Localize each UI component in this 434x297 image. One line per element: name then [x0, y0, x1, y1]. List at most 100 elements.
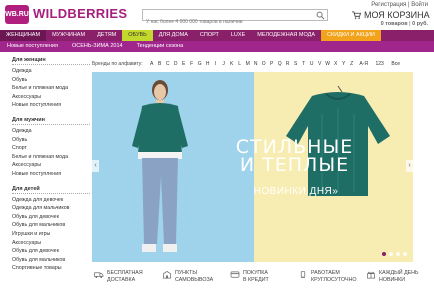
sidebar-group: Для детей Одежда для девочек Одежда для ма… — [12, 186, 90, 273]
subnav-item[interactable]: ОСЕНЬ-ЗИМА 2014 — [65, 41, 130, 52]
brand-letter[interactable]: Y — [340, 61, 348, 67]
promo-banner[interactable]: СТИЛЬНЫЕ И ТЕПЛЫЕ НОВИНКИ ДНЯ» ‹ › — [92, 72, 413, 262]
banner-next-arrow[interactable]: › — [406, 160, 413, 172]
feature-item[interactable]: БЕСПЛАТНАЯ ДОСТАВКА — [92, 270, 160, 294]
brand-letter[interactable]: А-Я — [356, 61, 372, 67]
sidebar-link[interactable]: Новые поступления — [12, 170, 90, 179]
feature-item[interactable]: РАБОТАЕМ КРУГЛОСУТОЧНО — [296, 270, 364, 294]
brand-letter[interactable]: J — [220, 61, 228, 67]
sidebar-group-title[interactable]: Для детей — [12, 186, 90, 194]
brand-letter[interactable]: I — [212, 61, 220, 67]
sidebar-link[interactable]: Одежда для девочек — [12, 196, 90, 205]
sidebar-link[interactable]: Белье и пляжная мода — [12, 153, 90, 162]
feature-line-1: ПУНКТЫ — [175, 270, 198, 276]
cart-title: МОЯ КОРЗИНА — [364, 10, 430, 20]
brand-letter[interactable]: Q — [276, 61, 284, 67]
sidebar-link[interactable]: Спорт — [12, 144, 90, 153]
banner-dot[interactable] — [403, 252, 407, 256]
banner-subhead[interactable]: НОВИНКИ ДНЯ» — [196, 186, 396, 197]
search-input[interactable] — [143, 17, 313, 27]
feature-line-2: ДОСТАВКА — [107, 277, 136, 283]
feature-item[interactable]: ПУНКТЫ САМОВЫВОЗА — [160, 270, 228, 294]
sidebar-link[interactable]: Обувь для мальчиков — [12, 256, 90, 265]
sidebar-group-title[interactable]: Для мужчин — [12, 117, 90, 125]
feature-line-2: В КРЕДИТ — [243, 277, 269, 283]
brand-letter[interactable]: E — [180, 61, 188, 67]
sidebar-link[interactable]: Новые поступления — [12, 101, 90, 110]
sidebar-link[interactable]: Одежда для мальчиков — [12, 204, 90, 213]
sidebar-link[interactable]: Белье и пляжная мода — [12, 84, 90, 93]
brand-letter[interactable]: N — [252, 61, 260, 67]
brand-letter[interactable]: M — [244, 61, 252, 67]
brands-alphabet: Бренды по алфавиту: ABCDEFGHIJKLMNOPQRST… — [92, 59, 432, 68]
feature-text: КАЖДЫЙ ДЕНЬ НОВИНКИ — [379, 270, 419, 284]
cart-icon — [352, 11, 361, 19]
brand-letter[interactable]: U — [308, 61, 316, 67]
nav-item[interactable]: ДЛЯ ДОМА — [153, 30, 194, 41]
sidebar-group-title[interactable]: Для женщин — [12, 57, 90, 65]
feature-item[interactable]: ПОКУПКА В КРЕДИТ — [228, 270, 296, 294]
cart-total: 0 руб. — [412, 21, 428, 27]
feature-text: РАБОТАЕМ КРУГЛОСУТОЧНО — [311, 270, 357, 284]
nav-item[interactable]: ОБУВЬ — [122, 30, 153, 41]
logo-badge[interactable]: WB.RU — [5, 5, 29, 24]
brand-letter[interactable]: H — [204, 61, 212, 67]
sidebar-link[interactable]: Обувь для девочек — [12, 213, 90, 222]
nav-item[interactable]: LUXE — [225, 30, 251, 41]
sidebar-link[interactable]: Аксессуары — [12, 93, 90, 102]
sidebar-link[interactable]: Спортивные товары — [12, 264, 90, 273]
brand-letter[interactable]: 123 — [372, 61, 388, 67]
login-link[interactable]: Войти — [411, 2, 428, 8]
brand-letter[interactable]: Z — [348, 61, 356, 67]
sidebar-link[interactable]: Аксессуары — [12, 239, 90, 248]
banner-dot[interactable] — [389, 252, 393, 256]
brand-letter[interactable]: W — [324, 61, 332, 67]
sidebar-link[interactable]: Обувь — [12, 136, 90, 145]
banner-dot[interactable] — [382, 252, 386, 256]
brand-letter[interactable]: A — [148, 61, 156, 67]
sidebar-link[interactable]: Аксессуары — [12, 161, 90, 170]
nav-item[interactable]: ЖЕНЩИНАМ — [0, 30, 47, 41]
brand-letter[interactable]: S — [292, 61, 300, 67]
brand-letter[interactable]: F — [188, 61, 196, 67]
search-icon[interactable] — [316, 11, 325, 20]
category-sidebar: Для женщин Одежда Обувь Белье и пляжная мод… — [12, 57, 90, 280]
nav-item[interactable]: СКИДКИ И АКЦИИ — [321, 30, 381, 41]
auth-links: Регистрация | Войти — [371, 2, 428, 8]
sidebar-link[interactable]: Игрушки и игры — [12, 230, 90, 239]
brand-letter[interactable]: B — [156, 61, 164, 67]
brand-letter[interactable]: P — [268, 61, 276, 67]
brand-letter[interactable]: D — [172, 61, 180, 67]
nav-item[interactable]: МЕЛОДЕЖНАЯ МОДА — [251, 30, 321, 41]
logo-text[interactable]: WILDBERRIES — [33, 6, 127, 21]
headline-line-2: И ТЕПЛЫЕ — [239, 154, 350, 176]
brand-letter[interactable]: R — [284, 61, 292, 67]
brand-letter[interactable]: O — [260, 61, 268, 67]
brand-letter[interactable]: Все — [388, 61, 404, 67]
sidebar-link[interactable]: Обувь для мальчиков — [12, 221, 90, 230]
brand-letter[interactable]: V — [316, 61, 324, 67]
subnav-item[interactable]: Новые поступления — [0, 41, 65, 52]
nav-item[interactable]: МУЖЧИНАМ — [46, 30, 91, 41]
banner-dot[interactable] — [396, 252, 400, 256]
brand-letter[interactable]: C — [164, 61, 172, 67]
brand-letter[interactable]: T — [300, 61, 308, 67]
feature-line-2: НОВИНКИ — [379, 277, 406, 283]
subnav-item[interactable]: Тенденции сезона — [130, 41, 191, 52]
brand-letter[interactable]: X — [332, 61, 340, 67]
brand-letter[interactable]: L — [236, 61, 244, 67]
sidebar-link[interactable]: Одежда — [12, 127, 90, 136]
sidebar-link[interactable]: Обувь — [12, 76, 90, 85]
nav-item[interactable]: ДЕТЯМ — [91, 30, 122, 41]
banner-prev-arrow[interactable]: ‹ — [92, 160, 99, 172]
sidebar-link[interactable]: Обувь для девочек — [12, 247, 90, 256]
nav-item[interactable]: СПОРТ — [194, 30, 225, 41]
cart-link[interactable]: МОЯ КОРЗИНА — [352, 10, 430, 20]
feature-line-2: КРУГЛОСУТОЧНО — [311, 277, 357, 283]
brand-letter[interactable]: G — [196, 61, 204, 67]
brand-letter[interactable]: K — [228, 61, 236, 67]
feature-item[interactable]: КАЖДЫЙ ДЕНЬ НОВИНКИ — [364, 270, 432, 294]
sidebar-link[interactable]: Одежда — [12, 67, 90, 76]
service-features: БЕСПЛАТНАЯ ДОСТАВКА ПУНКТЫ САМОВЫВОЗА ПОКУПК… — [92, 270, 432, 294]
register-link[interactable]: Регистрация — [371, 2, 406, 8]
